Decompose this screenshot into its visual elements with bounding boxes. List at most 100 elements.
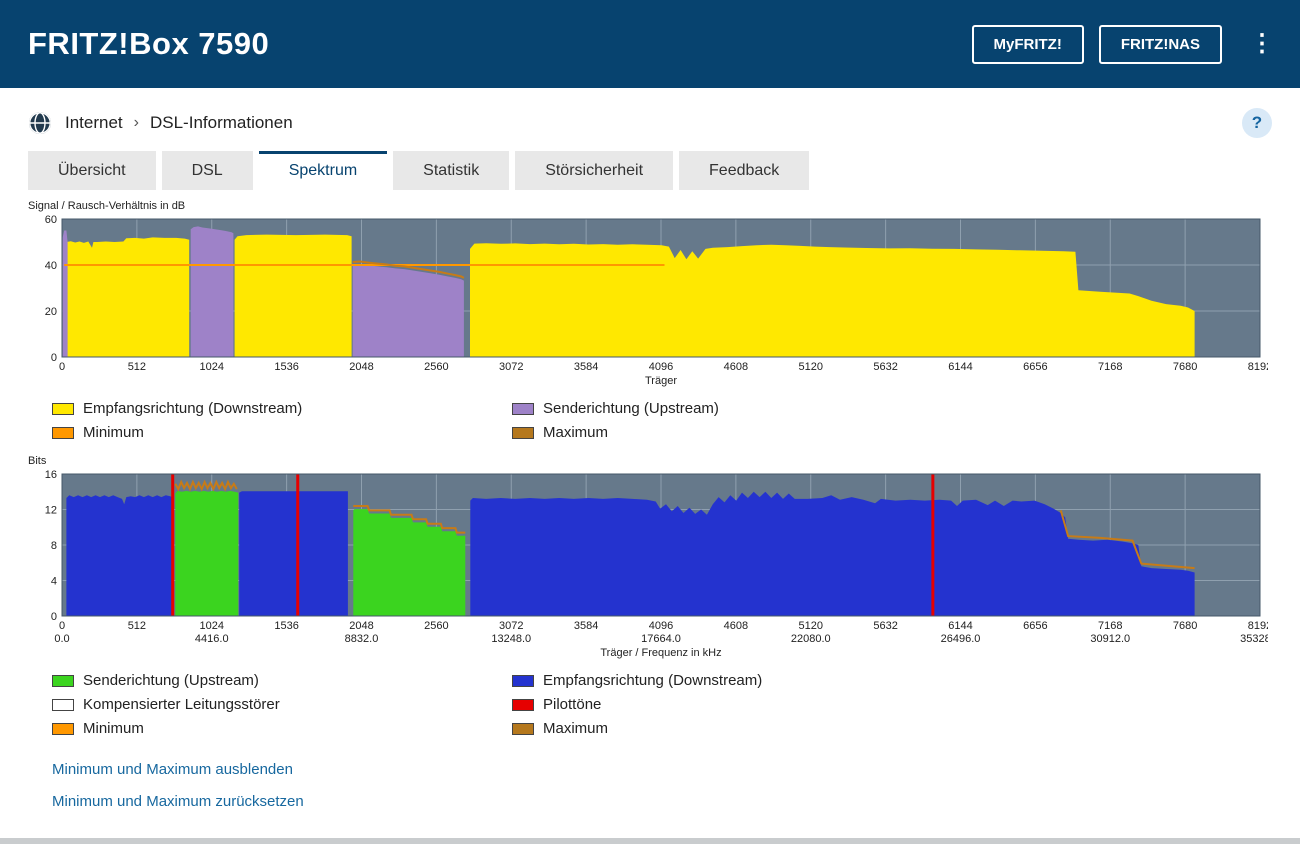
legend-item: Empfangsrichtung (Downstream) [512, 672, 1300, 689]
legend-swatch [512, 403, 534, 415]
legend-swatch [512, 675, 534, 687]
action-links: Minimum und Maximum ausblenden Minimum un… [52, 761, 1300, 825]
legend-swatch [512, 723, 534, 735]
legend-swatch [52, 723, 74, 735]
link-reset-minmax[interactable]: Minimum und Maximum zurücksetzen [52, 793, 1300, 810]
legend-label: Senderichtung (Upstream) [543, 400, 719, 417]
tab-stoersicherheit[interactable]: Störsicherheit [515, 151, 673, 190]
app-title: FRITZ!Box 7590 [28, 26, 269, 62]
svg-text:4416.0: 4416.0 [195, 633, 229, 645]
svg-text:30912.0: 30912.0 [1090, 633, 1130, 645]
tab-uebersicht[interactable]: Übersicht [28, 151, 156, 190]
legend-label: Minimum [83, 720, 144, 737]
svg-text:22080.0: 22080.0 [791, 633, 831, 645]
fritznas-button[interactable]: FRITZ!NAS [1099, 25, 1222, 64]
legend-label: Minimum [83, 424, 144, 441]
tab-bar: ÜbersichtDSLSpektrumStatistikStörsicherh… [28, 151, 1300, 190]
svg-text:7168: 7168 [1098, 361, 1122, 373]
svg-text:6656: 6656 [1023, 361, 1047, 373]
legend-swatch [52, 427, 74, 439]
legend-item: Pilottöne [512, 696, 1300, 713]
svg-text:8832.0: 8832.0 [345, 633, 379, 645]
breadcrumb-section[interactable]: Internet [65, 113, 123, 133]
svg-text:512: 512 [128, 361, 146, 373]
svg-text:5632: 5632 [873, 620, 897, 632]
overflow-menu-icon[interactable]: ⋮ [1250, 32, 1274, 56]
svg-text:4: 4 [51, 576, 57, 588]
svg-text:7680: 7680 [1173, 361, 1197, 373]
svg-text:4608: 4608 [724, 620, 748, 632]
svg-text:Träger / Frequenz in kHz: Träger / Frequenz in kHz [600, 647, 721, 659]
bits-chart: 0512102415362048256030723584409646085120… [28, 468, 1300, 663]
legend-item: Kompensierter Leitungsstörer [52, 696, 512, 713]
svg-text:0: 0 [59, 620, 65, 632]
breadcrumb-separator-icon: › [134, 114, 139, 132]
svg-text:1024: 1024 [200, 620, 224, 632]
legend-label: Maximum [543, 424, 608, 441]
svg-text:1536: 1536 [274, 361, 298, 373]
bits-chart-title: Bits [28, 455, 1300, 467]
svg-text:512: 512 [128, 620, 146, 632]
bits-chart-legend: Senderichtung (Upstream) Empfangsrichtung… [52, 672, 1300, 737]
legend-item: Maximum [512, 424, 1300, 441]
svg-text:5120: 5120 [799, 361, 823, 373]
header-actions: MyFRITZ! FRITZ!NAS ⋮ [957, 25, 1274, 64]
legend-item: Empfangsrichtung (Downstream) [52, 400, 512, 417]
svg-text:20: 20 [45, 306, 57, 318]
legend-swatch [512, 427, 534, 439]
main-content: Signal / Rausch-Verhältnis in dB 0 512 102… [0, 200, 1300, 825]
svg-text:4096: 4096 [649, 620, 673, 632]
legend-swatch [512, 699, 534, 711]
tab-statistik[interactable]: Statistik [393, 151, 509, 190]
svg-text:3072: 3072 [499, 620, 523, 632]
footer-strip [0, 838, 1300, 844]
svg-text:1536: 1536 [274, 620, 298, 632]
legend-item: Minimum [52, 720, 512, 737]
tab-dsl[interactable]: DSL [162, 151, 253, 190]
svg-text:26496.0: 26496.0 [941, 633, 981, 645]
legend-swatch [52, 403, 74, 415]
svg-text:6144: 6144 [948, 620, 972, 632]
svg-text:13248.0: 13248.0 [491, 633, 531, 645]
legend-swatch [52, 675, 74, 687]
svg-text:17664.0: 17664.0 [641, 633, 681, 645]
svg-text:12: 12 [45, 505, 57, 517]
myfritz-button[interactable]: MyFRITZ! [972, 25, 1084, 64]
svg-text:3072: 3072 [499, 361, 523, 373]
svg-text:2560: 2560 [424, 620, 448, 632]
tab-spektrum[interactable]: Spektrum [259, 151, 387, 190]
app-header: FRITZ!Box 7590 MyFRITZ! FRITZ!NAS ⋮ [0, 0, 1300, 88]
svg-text:6144: 6144 [948, 361, 972, 373]
svg-text:35328.0: 35328.0 [1240, 633, 1268, 645]
breadcrumb: Internet › DSL-Informationen ? [0, 88, 1300, 138]
help-button[interactable]: ? [1242, 108, 1272, 138]
svg-text:Träger: Träger [645, 375, 677, 387]
legend-item: Maximum [512, 720, 1300, 737]
svg-text:16: 16 [45, 469, 57, 481]
breadcrumb-page: DSL-Informationen [150, 113, 293, 133]
svg-text:8192: 8192 [1248, 620, 1268, 632]
svg-text:0.0: 0.0 [54, 633, 69, 645]
legend-item: Senderichtung (Upstream) [52, 672, 512, 689]
legend-label: Maximum [543, 720, 608, 737]
svg-text:5120: 5120 [799, 620, 823, 632]
snr-chart-block: Signal / Rausch-Verhältnis in dB 0512102… [28, 200, 1300, 441]
legend-item: Minimum [52, 424, 512, 441]
svg-text:0: 0 [51, 352, 57, 364]
svg-text:0: 0 [51, 611, 57, 623]
legend-label: Empfangsrichtung (Downstream) [543, 672, 762, 689]
svg-text:6656: 6656 [1023, 620, 1047, 632]
legend-swatch [52, 699, 74, 711]
svg-text:0: 0 [59, 361, 65, 373]
svg-text:7680: 7680 [1173, 620, 1197, 632]
svg-text:8192: 8192 [1248, 361, 1268, 373]
svg-text:3584: 3584 [574, 361, 598, 373]
link-hide-minmax[interactable]: Minimum und Maximum ausblenden [52, 761, 1300, 778]
svg-text:3584: 3584 [574, 620, 598, 632]
legend-label: Kompensierter Leitungsstörer [83, 696, 280, 713]
svg-text:4096: 4096 [649, 361, 673, 373]
tab-feedback[interactable]: Feedback [679, 151, 809, 190]
snr-chart-title: Signal / Rausch-Verhältnis in dB [28, 200, 1300, 212]
legend-label: Senderichtung (Upstream) [83, 672, 259, 689]
svg-text:4608: 4608 [724, 361, 748, 373]
